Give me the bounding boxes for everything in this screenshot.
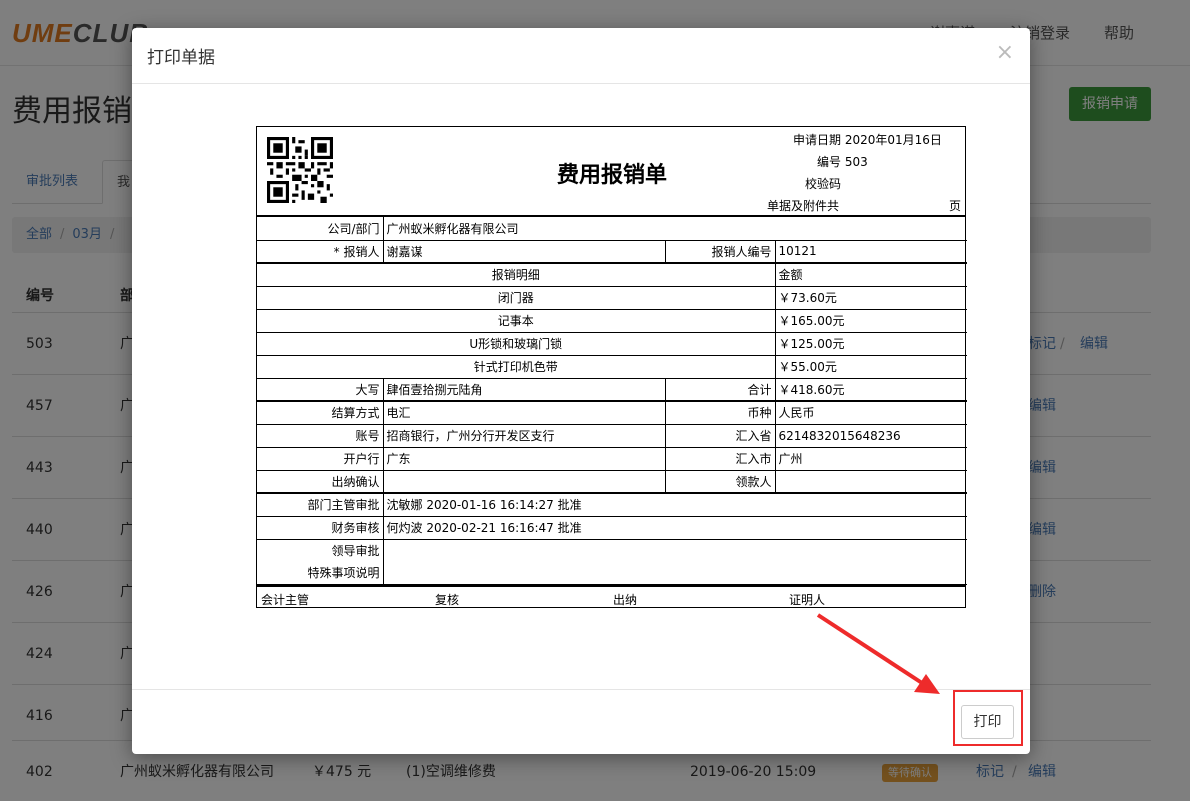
arrow-annotation-icon — [816, 613, 940, 694]
